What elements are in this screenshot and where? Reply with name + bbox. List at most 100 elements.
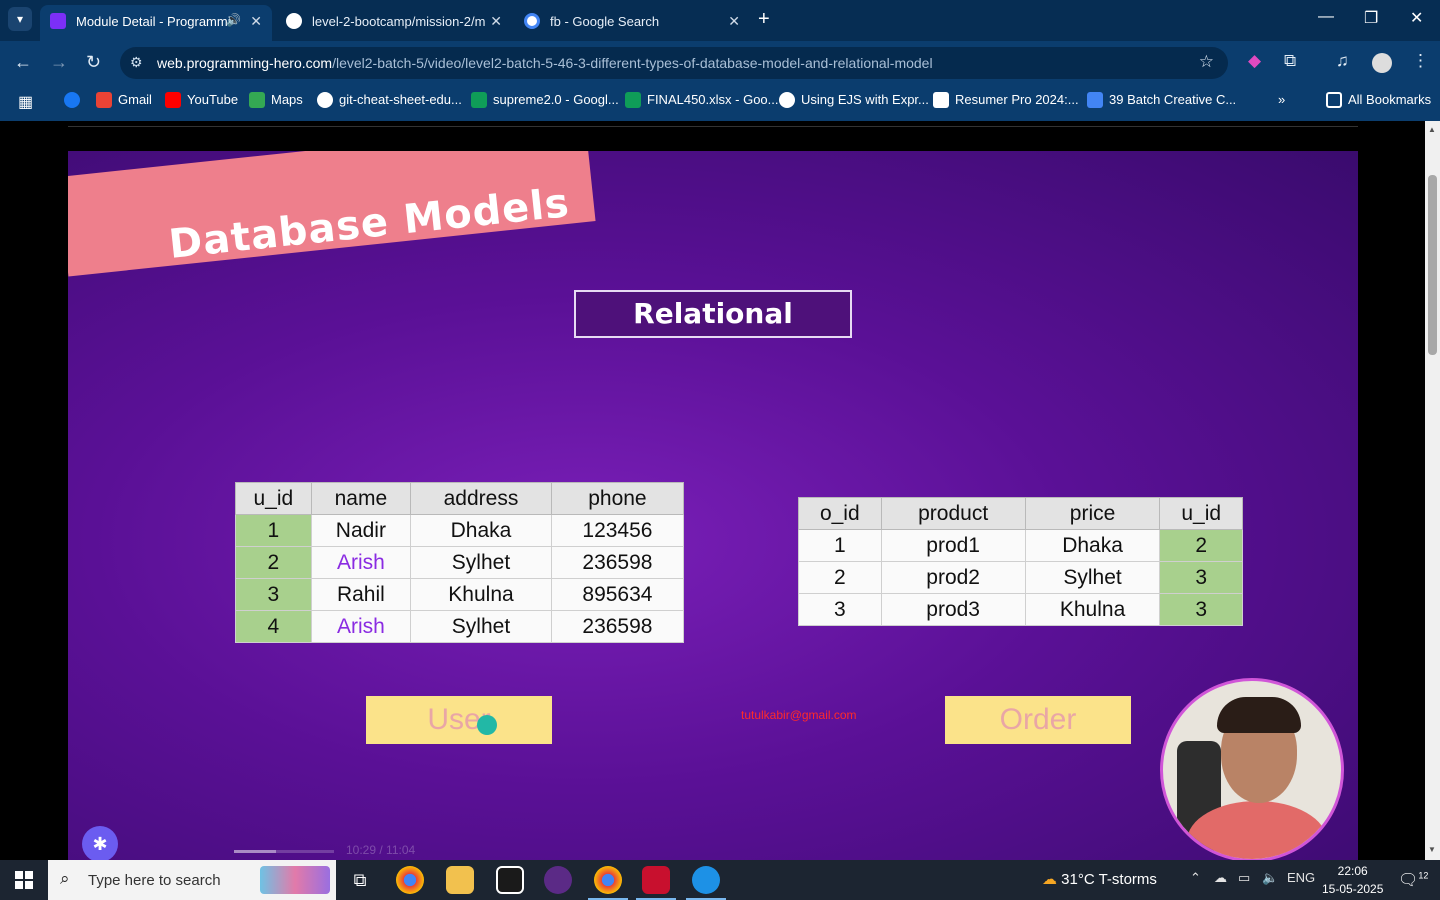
bookmark-final450[interactable]: FINAL450.xlsx - Goo... xyxy=(625,92,779,108)
site-info-icon[interactable]: ⚙ xyxy=(130,54,143,71)
tab-module-detail[interactable]: Module Detail - Programmi 🔊 ✕ xyxy=(40,5,272,41)
scroll-up-icon[interactable]: ▲ xyxy=(1428,125,1436,134)
watermark-email: tutulkabir@gmail.com xyxy=(741,708,857,722)
minimize-icon[interactable]: — xyxy=(1318,8,1334,26)
mcafee-icon[interactable] xyxy=(642,866,670,894)
settings-gear-icon[interactable]: ✱ xyxy=(82,826,118,860)
speaker-icon[interactable]: 🔊 xyxy=(226,13,241,27)
sheets-icon xyxy=(625,92,641,108)
url-text[interactable]: web.programming-hero.com/level2-batch-5/… xyxy=(157,55,933,71)
table-row: 4 Arish Sylhet 236598 xyxy=(235,610,685,643)
file-explorer-icon[interactable] xyxy=(446,866,474,894)
close-tab-icon[interactable]: ✕ xyxy=(250,13,262,30)
scroll-thumb[interactable] xyxy=(1428,175,1437,355)
more-bookmarks-icon[interactable]: » xyxy=(1278,92,1285,107)
all-bookmarks[interactable]: All Bookmarks xyxy=(1326,92,1431,108)
video-player[interactable]: Database Models Relational u_id name add… xyxy=(68,151,1358,860)
column-header: u_id xyxy=(1159,497,1243,530)
bookmark-supreme[interactable]: supreme2.0 - Googl... xyxy=(471,92,619,108)
tab-bar: ▾ Module Detail - Programmi 🔊 ✕ level-2-… xyxy=(0,0,1440,41)
search-highlight-art xyxy=(260,866,330,894)
progress-fill xyxy=(234,850,276,853)
tab-github[interactable]: level-2-bootcamp/mission-2/m ✕ xyxy=(276,5,512,41)
language-indicator[interactable]: ENG xyxy=(1287,870,1315,885)
sheets-icon xyxy=(471,92,487,108)
maps-icon xyxy=(249,92,265,108)
reload-icon[interactable]: ↻ xyxy=(86,52,101,73)
table-row: 2 prod2 Sylhet 3 xyxy=(798,561,1243,594)
timecode: 10:29 / 11:04 xyxy=(346,843,416,857)
order-label: Order xyxy=(945,696,1131,744)
scroll-down-icon[interactable]: ▼ xyxy=(1428,845,1436,854)
table-row: 2 Arish Sylhet 236598 xyxy=(235,546,685,579)
writing-app-icon[interactable] xyxy=(496,866,524,894)
table-row: 1 Nadir Dhaka 123456 xyxy=(235,514,685,547)
column-header: phone xyxy=(550,482,685,515)
volume-icon[interactable]: 🔈 xyxy=(1262,870,1278,886)
divider xyxy=(68,126,1358,127)
github-icon xyxy=(317,92,333,108)
bookmark-batch-creative[interactable]: 39 Batch Creative C... xyxy=(1087,92,1236,108)
notification-center-icon[interactable]: 🗨12 xyxy=(1398,870,1428,890)
gmail-icon xyxy=(96,92,112,108)
column-header: price xyxy=(1024,497,1161,530)
menu-kebab-icon[interactable]: ⋮ xyxy=(1412,51,1429,71)
tab-search-icon[interactable]: ▾ xyxy=(8,7,32,31)
table-row: 1 prod1 Dhaka 2 xyxy=(798,529,1243,562)
bookmark-maps[interactable]: Maps xyxy=(249,92,303,108)
profile-avatar[interactable] xyxy=(1372,53,1392,73)
column-header: o_id xyxy=(798,497,882,530)
windows-start-icon[interactable] xyxy=(15,871,33,889)
cursor-highlight xyxy=(477,715,497,735)
close-window-icon[interactable]: ✕ xyxy=(1410,8,1423,28)
page-content: Database Models Relational u_id name add… xyxy=(0,121,1425,860)
bookmark-git-cheat-sheet[interactable]: git-cheat-sheet-edu... xyxy=(317,92,462,108)
bookmark-resumer[interactable]: Resumer Pro 2024:... xyxy=(933,92,1079,108)
task-view-icon[interactable]: ⧉ xyxy=(346,866,374,894)
apps-grid-icon[interactable]: ▦ xyxy=(18,92,33,112)
chrome-icon[interactable] xyxy=(396,866,424,894)
taskbar-search[interactable]: ⌕ Type here to search xyxy=(48,860,336,900)
chrome-profile-icon[interactable] xyxy=(594,866,622,894)
address-bar[interactable]: ⚙ web.programming-hero.com/level2-batch-… xyxy=(120,47,1228,79)
forward-icon[interactable]: → xyxy=(50,52,68,73)
facebook-icon xyxy=(64,92,80,108)
bookmark-ejs[interactable]: Using EJS with Expr... xyxy=(779,92,929,108)
extension-icon[interactable]: ◆ xyxy=(1248,51,1261,71)
close-tab-icon[interactable]: ✕ xyxy=(728,13,740,30)
search-icon: ⌕ xyxy=(60,869,70,888)
media-control-icon[interactable]: ♫ xyxy=(1336,51,1349,71)
app-icon[interactable] xyxy=(544,866,572,894)
folder-icon xyxy=(1326,92,1342,108)
network-icon[interactable]: ▭ xyxy=(1238,870,1250,886)
back-icon[interactable]: ← xyxy=(14,52,32,73)
new-tab-icon[interactable]: + xyxy=(758,8,770,31)
table-row: 3 prod3 Khulna 3 xyxy=(798,593,1243,626)
bookmark-youtube[interactable]: YouTube xyxy=(165,92,238,108)
github-icon xyxy=(779,92,795,108)
column-header: product xyxy=(880,497,1026,530)
show-hidden-icons[interactable]: ⌃ xyxy=(1190,870,1201,886)
user-label: User xyxy=(366,696,552,744)
extensions-puzzle-icon[interactable]: ⧉ xyxy=(1284,51,1296,71)
search-placeholder: Type here to search xyxy=(88,872,221,889)
network-off-icon[interactable]: ☁ xyxy=(1214,870,1227,886)
weather-widget[interactable]: ☁ 31°C T-storms xyxy=(1042,870,1157,888)
github-icon xyxy=(286,13,302,29)
progress-bar[interactable] xyxy=(234,850,334,853)
browser-toolbar: ← → ↻ ⚙ web.programming-hero.com/level2-… xyxy=(0,41,1440,85)
close-tab-icon[interactable]: ✕ xyxy=(490,13,502,30)
bookmark-facebook[interactable] xyxy=(64,92,80,111)
slide-subtitle: Relational xyxy=(574,290,852,338)
bookmark-gmail[interactable]: Gmail xyxy=(96,92,152,108)
programming-hero-favicon-icon xyxy=(50,13,66,29)
system-clock[interactable]: 22:06 15-05-2025 xyxy=(1322,862,1383,898)
docker-icon[interactable] xyxy=(692,866,720,894)
bookmark-star-icon[interactable]: ☆ xyxy=(1199,52,1214,72)
column-header: address xyxy=(410,482,552,515)
column-header: name xyxy=(310,482,412,515)
restore-icon[interactable]: ❐ xyxy=(1364,8,1378,28)
tab-google-search[interactable]: fb - Google Search ✕ xyxy=(514,5,750,41)
users-table: u_id name address phone 1 Nadir Dhaka 12345… xyxy=(235,482,685,643)
page-scrollbar[interactable]: ▲ ▼ xyxy=(1425,121,1440,860)
